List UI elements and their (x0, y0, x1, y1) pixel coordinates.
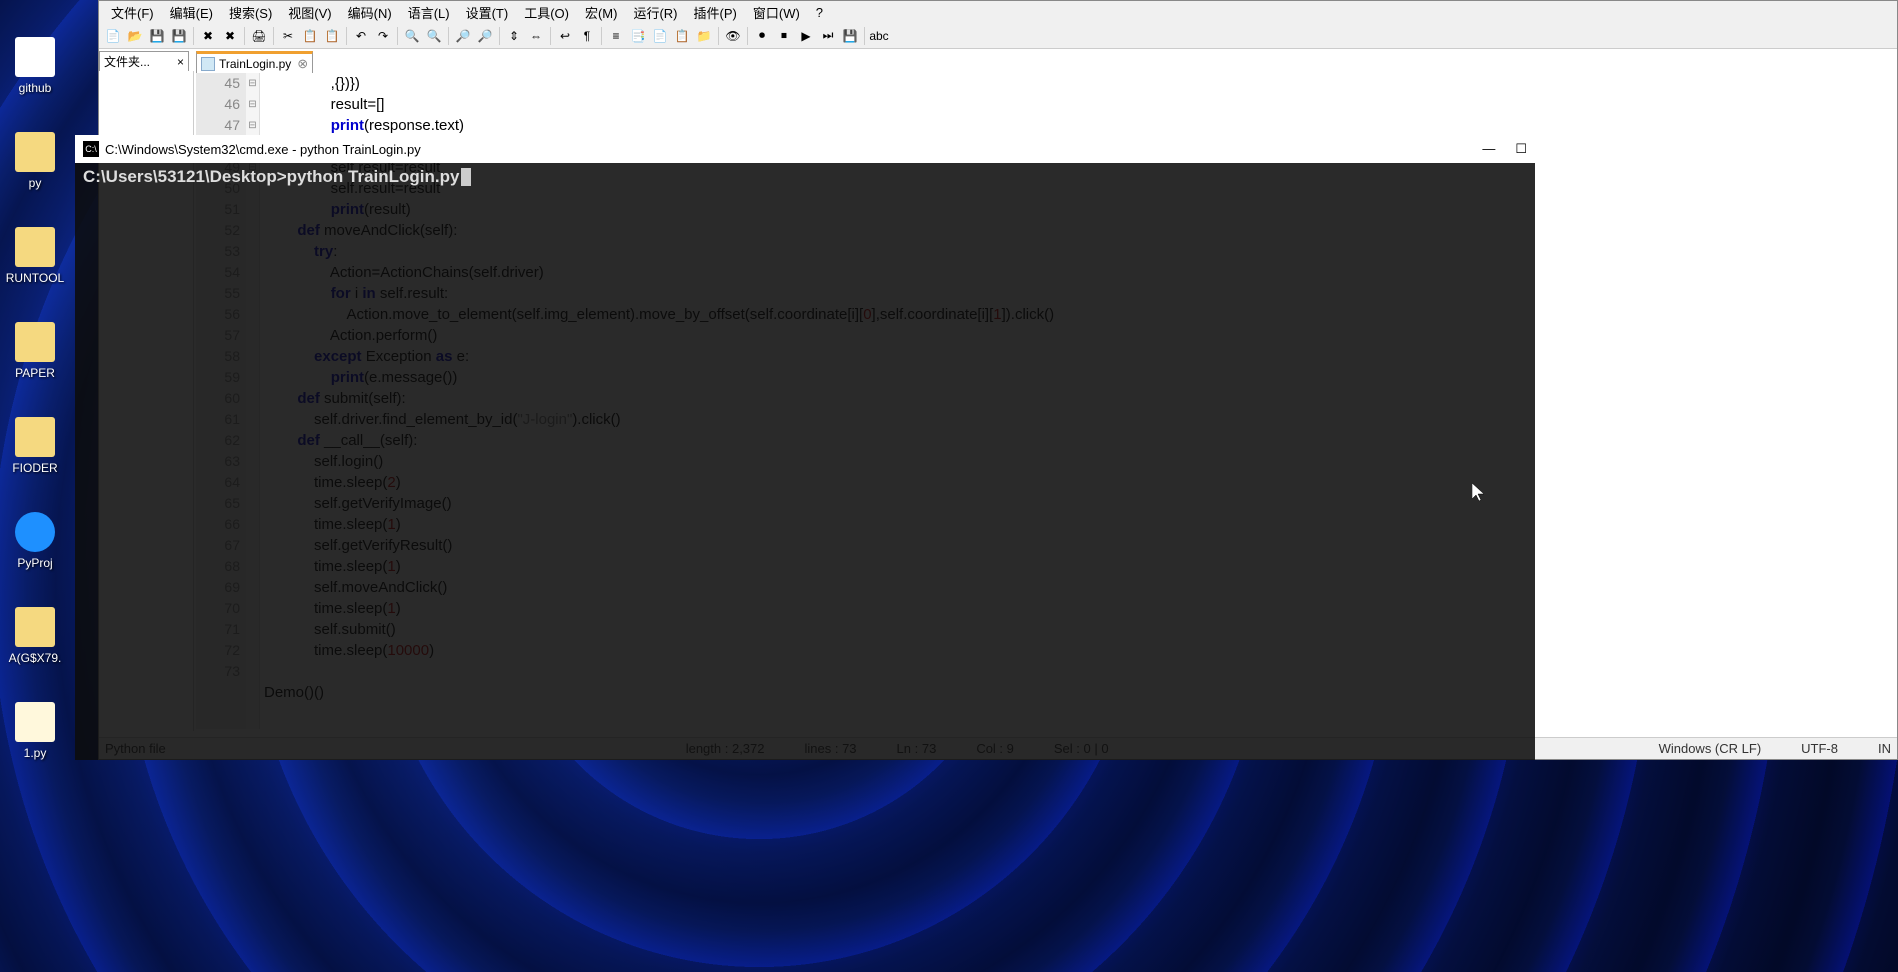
redo-icon[interactable]: ↷ (373, 26, 393, 46)
minimize-icon[interactable]: — (1482, 141, 1495, 157)
playback-icon[interactable]: ⏭ (818, 26, 838, 46)
allchars-icon[interactable]: ¶ (577, 26, 597, 46)
menu-item[interactable]: 插件(P) (686, 1, 745, 24)
folder-icon[interactable]: 📁 (694, 26, 714, 46)
menu-item[interactable]: 视图(V) (280, 1, 339, 24)
desktop-icon-1py[interactable]: 1.py (0, 670, 70, 760)
npp-toolbar: 📄 📂 💾 💾 ✖ ✖ 🖨 ✂ 📋 📋 ↶ ↷ 🔍 🔍 🔎 🔎 ⇕ ⇔ ↩ ¶ … (99, 23, 1897, 49)
save-icon[interactable]: 💾 (147, 26, 167, 46)
status-eol: Windows (CR LF) (1659, 741, 1762, 756)
folder-icon (15, 37, 55, 77)
cmd-window-title: C:\Windows\System32\cmd.exe - python Tra… (105, 142, 421, 157)
desktop-icon-paper[interactable]: PAPER (0, 290, 70, 380)
record-icon[interactable]: ⏺ (752, 26, 772, 46)
folder-icon (15, 322, 55, 362)
status-encoding: UTF-8 (1801, 741, 1838, 756)
menu-item[interactable]: 编辑(E) (162, 1, 221, 24)
undo-icon[interactable]: ↶ (351, 26, 371, 46)
folder-icon (15, 227, 55, 267)
print-icon[interactable]: 🖨 (249, 26, 269, 46)
find-icon[interactable]: 🔍 (402, 26, 422, 46)
mouse-cursor (1472, 483, 1486, 503)
monitoring-icon[interactable]: 👁 (723, 26, 743, 46)
cmd-cursor (461, 168, 471, 186)
replace-icon[interactable]: 🔍 (424, 26, 444, 46)
cmd-window: C:\ C:\Windows\System32\cmd.exe - python… (75, 135, 1535, 760)
desktop-icon-label: A(G$X79. (9, 651, 62, 665)
desktop-icon-label: 1.py (24, 746, 47, 760)
cmd-titlebar[interactable]: C:\ C:\Windows\System32\cmd.exe - python… (75, 135, 1535, 163)
sidebar-panel-tab[interactable]: 文件夹... × (99, 51, 189, 71)
desktop-icon-label: RUNTOOL (6, 271, 64, 285)
menu-item[interactable]: 运行(R) (625, 1, 685, 24)
wordwrap-icon[interactable]: ↩ (555, 26, 575, 46)
open-file-icon[interactable]: 📂 (125, 26, 145, 46)
play-icon[interactable]: ▶ (796, 26, 816, 46)
new-file-icon[interactable]: 📄 (103, 26, 123, 46)
copy-icon[interactable]: 📋 (300, 26, 320, 46)
desktop-icon-pyproj[interactable]: PyProj (0, 480, 70, 570)
paste-icon[interactable]: 📋 (322, 26, 342, 46)
tab-trainlogin[interactable]: TrainLogin.py ⊗ (196, 51, 313, 73)
udl-icon[interactable]: 📑 (628, 26, 648, 46)
desktop-icon-agx79[interactable]: A(G$X79. (0, 575, 70, 665)
close-icon[interactable]: ✖ (198, 26, 218, 46)
save-macro-icon[interactable]: 💾 (840, 26, 860, 46)
desktop-icon-label: github (19, 81, 52, 95)
code-line[interactable]: result=[] (264, 94, 1897, 115)
spellcheck-icon[interactable]: abc (869, 26, 889, 46)
desktop-icon-label: FIODER (12, 461, 57, 475)
close-all-icon[interactable]: ✖ (220, 26, 240, 46)
save-all-icon[interactable]: 💾 (169, 26, 189, 46)
folder-icon (15, 132, 55, 172)
cmd-icon: C:\ (83, 141, 99, 157)
zoom-in-icon[interactable]: 🔎 (453, 26, 473, 46)
folder-icon (15, 607, 55, 647)
func-list-icon[interactable]: 📋 (672, 26, 692, 46)
folder-icon (15, 702, 55, 742)
npp-menubar: 文件(F)编辑(E)搜索(S)视图(V)编码(N)语言(L)设置(T)工具(O)… (99, 1, 1897, 23)
indent-guide-icon[interactable]: ≡ (606, 26, 626, 46)
doc-map-icon[interactable]: 📄 (650, 26, 670, 46)
editor-tabs: TrainLogin.py ⊗ (196, 51, 313, 73)
desktop-icon-py[interactable]: py (0, 100, 70, 190)
status-ins: IN (1878, 741, 1891, 756)
tab-close-icon[interactable]: ⊗ (297, 56, 308, 72)
desktop-icon-runtool[interactable]: RUNTOOL (0, 195, 70, 285)
sidebar-tab-label: 文件夹... (104, 53, 150, 70)
maximize-icon[interactable]: ☐ (1515, 141, 1527, 157)
zoom-out-icon[interactable]: 🔎 (475, 26, 495, 46)
desktop-icon-label: py (29, 176, 42, 190)
menu-item[interactable]: ? (808, 3, 831, 22)
tab-filename: TrainLogin.py (219, 57, 291, 71)
folder-icon (15, 417, 55, 457)
menu-item[interactable]: 宏(M) (577, 1, 626, 24)
sidebar-close-icon[interactable]: × (177, 55, 184, 69)
menu-item[interactable]: 编码(N) (340, 1, 400, 24)
file-icon (201, 57, 215, 71)
code-line[interactable]: ,{})}) (264, 73, 1897, 94)
menu-item[interactable]: 语言(L) (400, 1, 458, 24)
menu-item[interactable]: 文件(F) (103, 1, 162, 24)
folder-icon (15, 512, 55, 552)
cmd-prompt-line: C:\Users\53121\Desktop>python TrainLogin… (83, 167, 459, 186)
desktop-icon-github[interactable]: github (0, 5, 70, 95)
desktop-icons-column: github py RUNTOOL PAPER FIODER PyProj A(G$X79.… (0, 0, 80, 765)
code-line[interactable]: print(response.text) (264, 115, 1897, 136)
desktop-icon-fioder[interactable]: FIODER (0, 385, 70, 475)
sync-v-icon[interactable]: ⇕ (504, 26, 524, 46)
menu-item[interactable]: 搜索(S) (221, 1, 280, 24)
menu-item[interactable]: 工具(O) (516, 1, 577, 24)
sync-h-icon[interactable]: ⇔ (526, 26, 546, 46)
cmd-body[interactable]: C:\Users\53121\Desktop>python TrainLogin… (75, 163, 1535, 191)
desktop-icon-label: PAPER (15, 366, 55, 380)
menu-item[interactable]: 设置(T) (458, 1, 517, 24)
cut-icon[interactable]: ✂ (278, 26, 298, 46)
desktop-icon-label: PyProj (17, 556, 52, 570)
stop-icon[interactable]: ⏹ (774, 26, 794, 46)
menu-item[interactable]: 窗口(W) (745, 1, 808, 24)
